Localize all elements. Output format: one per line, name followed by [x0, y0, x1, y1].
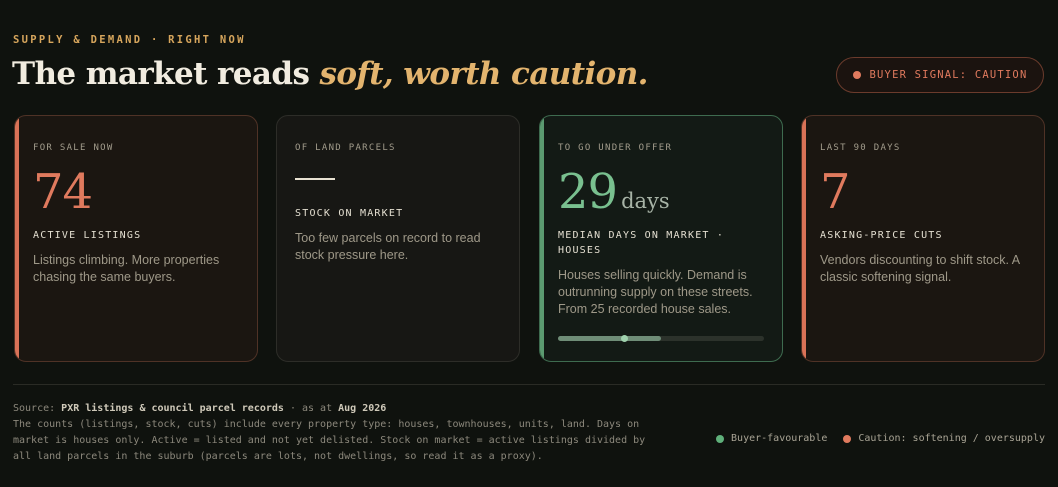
price-cuts-card: LAST 90 DAYS 7 ASKING-PRICE CUTS Vendors… — [801, 115, 1045, 362]
gauge-fill — [558, 336, 661, 341]
days-on-market-value: 29 — [558, 164, 618, 220]
signal-dot-icon — [852, 71, 861, 79]
legend-item-favourable: Buyer-favourable — [716, 433, 827, 444]
buyer-signal-badge: BUYER SIGNAL: CAUTION — [836, 57, 1044, 93]
card-description: Listings climbing. More properties chasi… — [33, 253, 220, 284]
card-kicker: TO GO UNDER OFFER — [558, 143, 673, 153]
card-description: Too few parcels on record to read stock … — [295, 231, 481, 262]
green-dot-icon — [716, 434, 725, 443]
active-listings-value: 74 — [33, 164, 93, 220]
orange-dot-icon — [843, 434, 852, 443]
source-separator: · as at — [283, 403, 339, 414]
source-footnote: Source: PXR listings & council parcel re… — [13, 401, 663, 465]
legend-label: Caution: softening / oversupply — [858, 433, 1045, 444]
headline-plain: The market reads — [12, 56, 320, 92]
card-metric-label: ASKING-PRICE CUTS — [820, 230, 943, 241]
days-unit: days — [621, 189, 670, 213]
days-on-market-card: TO GO UNDER OFFER 29 days MEDIAN DAYS ON … — [539, 115, 783, 362]
buyer-signal-label: BUYER SIGNAL: CAUTION — [869, 69, 1028, 81]
days-on-market-figure: 29 days — [558, 166, 764, 218]
legend: Buyer-favourable Caution: softening / ov… — [716, 433, 1045, 444]
source-name: PXR listings & council parcel records — [61, 403, 284, 414]
source-line: Source: PXR listings & council parcel re… — [13, 401, 663, 417]
gauge-marker — [620, 335, 628, 342]
page-title: The market reads soft, worth caution. — [12, 56, 648, 92]
section-eyebrow: SUPPLY & DEMAND · RIGHT NOW — [13, 34, 246, 46]
headline-accent: soft, worth caution. — [319, 56, 649, 92]
card-description: Houses selling quickly. Demand is outrun… — [558, 268, 753, 316]
source-date: Aug 2026 — [338, 403, 387, 414]
methodology-notes: The counts (listings, stock, cuts) inclu… — [13, 419, 646, 462]
card-kicker: FOR SALE NOW — [33, 143, 114, 153]
footer-divider — [13, 384, 1045, 385]
legend-label: Buyer-favourable — [731, 433, 828, 444]
card-metric-label: STOCK ON MARKET — [295, 208, 404, 219]
days-on-market-gauge — [558, 335, 764, 342]
price-cuts-value: 7 — [820, 164, 851, 220]
card-description: Vendors discounting to shift stock. A cl… — [820, 253, 1020, 284]
legend-item-caution: Caution: softening / oversupply — [843, 433, 1045, 444]
card-kicker: LAST 90 DAYS — [820, 143, 901, 153]
card-metric-label: MEDIAN DAYS ON MARKET · HOUSES — [558, 230, 725, 256]
stock-on-market-card: OF LAND PARCELS STOCK ON MARKET Too few … — [276, 115, 520, 362]
card-metric-label: ACTIVE LISTINGS — [33, 230, 142, 241]
card-kicker: OF LAND PARCELS — [295, 143, 396, 153]
source-prefix: Source: — [13, 403, 62, 414]
active-listings-card: FOR SALE NOW 74 ACTIVE LISTINGS Listings… — [14, 115, 258, 362]
no-data-dash — [295, 178, 335, 180]
